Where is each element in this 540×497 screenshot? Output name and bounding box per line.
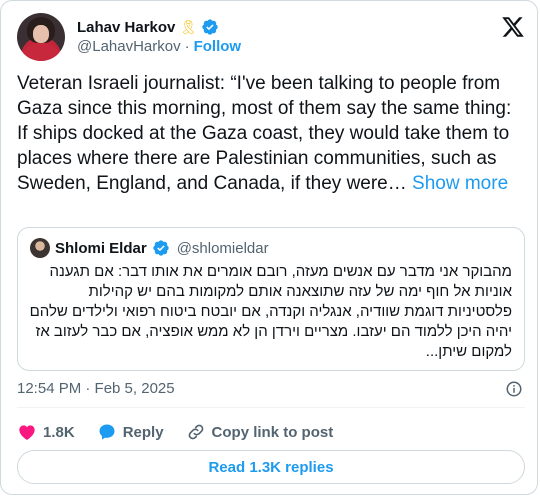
quoted-author-handle: @shlomieldar (176, 239, 269, 257)
avatar-face (33, 25, 49, 43)
avatar-body (23, 43, 59, 61)
quoted-author-name: Shlomi Eldar (55, 239, 147, 257)
divider (17, 407, 525, 408)
author-handle[interactable]: @LahavHarkov (77, 38, 181, 55)
author-handle-row: @LahavHarkov · Follow (77, 38, 241, 55)
verified-badge-icon (153, 240, 169, 256)
author-name-row: Lahav Harkov 🎗 (77, 18, 219, 36)
show-more-link[interactable]: Show more (412, 173, 508, 194)
read-replies-label: Read 1.3K replies (208, 458, 334, 476)
action-bar: 1.8K Reply Copy link to post (17, 422, 355, 442)
read-replies-button[interactable]: Read 1.3K replies (17, 450, 525, 484)
heart-icon (19, 425, 35, 440)
quoted-tweet[interactable]: Shlomi Eldar @shlomieldar מהבוקר אני מדב… (17, 227, 525, 371)
link-icon (188, 424, 203, 440)
like-count: 1.8K (43, 423, 75, 441)
tweet-meta: 12:54 PM · Feb 5, 2025 (17, 380, 525, 397)
like-button[interactable]: 1.8K (17, 422, 75, 442)
separator-dot: · (184, 38, 190, 55)
tweet-body: Veteran Israeli journalist: “I've been t… (17, 71, 525, 196)
author-avatar[interactable] (17, 13, 65, 61)
copy-link-label: Copy link to post (211, 423, 334, 441)
quoted-author-avatar (30, 238, 50, 258)
yellow-ribbon-icon: 🎗 (179, 19, 198, 35)
tweet-timestamp[interactable]: 12:54 PM · Feb 5, 2025 (17, 380, 175, 397)
quoted-tweet-text: מהבוקר אני מדבר עם אנשים מעזה, רובם אומר… (29, 263, 512, 360)
speech-bubble-icon (99, 424, 115, 440)
copy-link-button[interactable]: Copy link to post (186, 422, 334, 442)
x-logo-icon[interactable] (501, 15, 525, 39)
author-display-name[interactable]: Lahav Harkov (77, 19, 175, 36)
tweet-embed-card: Lahav Harkov 🎗 @LahavHarkov · Follow Vet… (0, 0, 538, 495)
info-icon[interactable] (505, 380, 523, 398)
tweet-header: Lahav Harkov 🎗 @LahavHarkov · Follow (17, 13, 525, 61)
follow-button[interactable]: Follow (194, 38, 242, 55)
verified-badge-icon (202, 19, 218, 35)
quoted-tweet-header: Shlomi Eldar @shlomieldar (30, 238, 269, 258)
reply-button[interactable]: Reply (97, 422, 164, 442)
reply-label: Reply (122, 423, 164, 441)
